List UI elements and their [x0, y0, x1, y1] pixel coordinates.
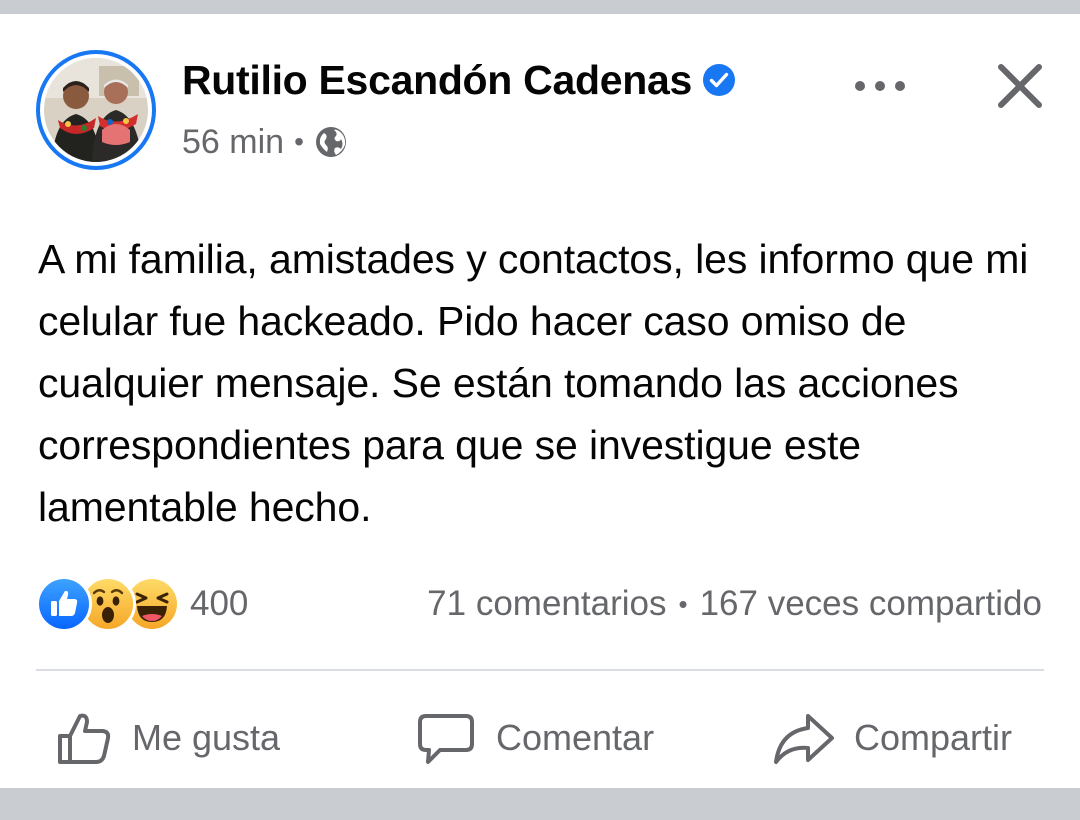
reactions-summary[interactable]: 400 [36, 574, 248, 634]
shares-count[interactable]: 167 veces compartido [700, 584, 1042, 624]
more-options-icon [855, 81, 905, 91]
engagement-stats: 71 comentarios • 167 veces compartido [427, 580, 1042, 628]
close-icon [998, 64, 1042, 108]
comment-bubble-icon [418, 714, 474, 764]
post-timestamp[interactable]: 56 min [182, 123, 284, 162]
thumbs-up-icon [58, 713, 111, 764]
avatar-photo [44, 58, 148, 162]
like-reaction-icon [36, 576, 92, 632]
post-text: A mi familia, amistades y contactos, les… [38, 236, 1029, 530]
meta-separator: • [294, 126, 304, 157]
more-options-button[interactable] [848, 64, 912, 108]
comment-label: Comentar [496, 717, 655, 758]
divider [36, 669, 1044, 671]
share-label: Compartir [854, 717, 1013, 758]
author-name[interactable]: Rutilio Escandón Cadenas [182, 57, 692, 104]
author-avatar[interactable] [36, 50, 156, 170]
like-button[interactable]: Me gusta [54, 702, 280, 774]
post-meta: 56 min • [182, 120, 348, 164]
globe-icon[interactable] [314, 125, 348, 159]
reaction-count: 400 [190, 584, 249, 623]
like-label: Me gusta [132, 717, 281, 758]
comment-button[interactable]: Comentar [414, 702, 654, 774]
stats-separator: • [678, 588, 688, 619]
share-arrow-icon [774, 714, 834, 764]
post-card: Rutilio Escandón Cadenas 56 min • A mi f… [0, 14, 1080, 788]
verified-badge-icon [702, 64, 735, 96]
share-button[interactable]: Compartir [772, 702, 1012, 774]
comments-count[interactable]: 71 comentarios [427, 584, 666, 624]
close-button[interactable] [990, 56, 1050, 116]
